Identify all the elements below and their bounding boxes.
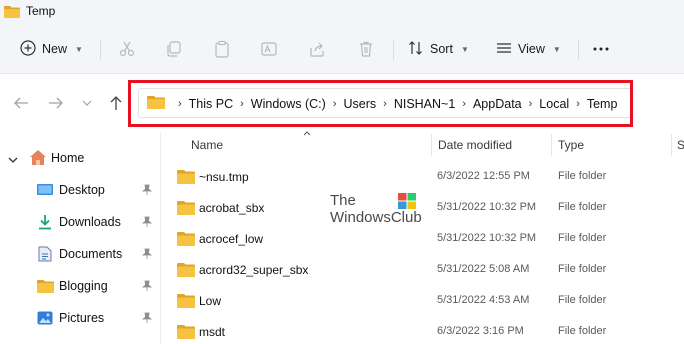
- command-bar: New ▼ Sort ▼ View ▼: [0, 24, 684, 74]
- file-type: File folder: [558, 325, 607, 337]
- sidebar-item-desktop[interactable]: Desktop: [0, 176, 160, 204]
- navigation-pane: Home Desktop Downloads Documents Bloggin…: [0, 132, 160, 344]
- toolbar-divider: [578, 40, 579, 60]
- table-row[interactable]: ~nsu.tmp 6/3/2022 12:55 PM File folder: [161, 162, 684, 193]
- file-type: File folder: [558, 170, 607, 182]
- file-type: File folder: [558, 232, 607, 244]
- view-label: View: [518, 42, 545, 56]
- navigation-bar: › This PC › Windows (C:) › Users › NISHA…: [0, 74, 684, 132]
- file-date: 5/31/2022 5:08 AM: [437, 263, 530, 275]
- sidebar-item-home[interactable]: Home: [0, 144, 160, 172]
- sort-icon: [408, 40, 424, 59]
- window-title: Temp: [26, 4, 56, 18]
- file-list: Name Date modified Type S ~nsu.tmp 6/3/2…: [161, 129, 684, 344]
- pin-icon: [141, 312, 153, 327]
- column-divider[interactable]: [431, 134, 432, 156]
- folder-icon: [177, 200, 195, 218]
- file-name: acrord32_super_sbx: [199, 263, 309, 277]
- sidebar-item-pictures[interactable]: Pictures: [0, 304, 160, 332]
- rename-icon[interactable]: [258, 38, 280, 60]
- sort-label: Sort: [430, 42, 453, 56]
- download-icon: [38, 214, 52, 233]
- toolbar-divider: [393, 40, 394, 60]
- sidebar-item-label: Home: [51, 151, 85, 165]
- folder-icon: [177, 324, 195, 342]
- new-button[interactable]: New ▼: [20, 36, 83, 62]
- folder-icon: [177, 262, 195, 280]
- sidebar-item-label: Downloads: [59, 215, 121, 229]
- pin-icon: [141, 280, 153, 295]
- column-divider[interactable]: [551, 134, 552, 156]
- sidebar-item-downloads[interactable]: Downloads: [0, 208, 160, 236]
- file-type: File folder: [558, 201, 607, 213]
- file-name: acrobat_sbx: [199, 201, 265, 215]
- file-name: Low: [199, 294, 222, 308]
- file-date: 6/3/2022 3:16 PM: [437, 325, 524, 337]
- pin-icon: [141, 184, 153, 199]
- up-arrow-icon[interactable]: [105, 92, 127, 114]
- copy-icon[interactable]: [163, 38, 185, 60]
- sidebar-item-documents[interactable]: Documents: [0, 240, 160, 268]
- column-divider[interactable]: [671, 134, 672, 156]
- file-type: File folder: [558, 294, 607, 306]
- more-options-icon[interactable]: [590, 38, 612, 60]
- delete-icon[interactable]: [355, 38, 377, 60]
- sort-button[interactable]: Sort ▼: [408, 36, 469, 62]
- file-date: 6/3/2022 12:55 PM: [437, 170, 530, 182]
- column-header-date[interactable]: Date modified: [438, 138, 512, 152]
- sidebar-item-label: Blogging: [59, 279, 108, 293]
- address-highlight-box: [128, 80, 633, 127]
- title-bar: Temp: [0, 0, 684, 24]
- table-row[interactable]: acrocef_low 5/31/2022 10:32 PM File fold…: [161, 224, 684, 255]
- folder-icon: [37, 340, 54, 344]
- sidebar-item-label: Pictures: [59, 311, 105, 325]
- table-row[interactable]: msdt 6/3/2022 3:16 PM File folder: [161, 317, 684, 344]
- pin-icon: [141, 248, 153, 263]
- share-icon[interactable]: [306, 38, 328, 60]
- folder-icon: [177, 231, 195, 249]
- home-icon: [29, 149, 47, 169]
- desktop-icon: [37, 183, 53, 200]
- column-header-name[interactable]: Name: [191, 138, 223, 152]
- table-row[interactable]: acrobat_sbx 5/31/2022 10:32 PM File fold…: [161, 193, 684, 224]
- sidebar-item-blogging[interactable]: Blogging: [0, 272, 160, 300]
- recent-locations-chevron-icon[interactable]: [76, 92, 98, 114]
- column-header-type[interactable]: Type: [558, 138, 584, 152]
- plus-circle-icon: [20, 39, 36, 59]
- folder-icon: [177, 169, 195, 187]
- sort-ascending-icon: [303, 129, 311, 138]
- back-arrow-icon[interactable]: [10, 92, 32, 114]
- sidebar-item-label: Desktop: [59, 183, 105, 197]
- windowsclub-logo-icon: [398, 193, 416, 209]
- forward-arrow-icon[interactable]: [45, 92, 67, 114]
- pictures-icon: [37, 310, 53, 329]
- folder-icon: [37, 279, 54, 296]
- chevron-down-icon: ▼: [552, 44, 561, 54]
- watermark-line-2: WindowsClub: [330, 209, 422, 226]
- sidebar-item-label: Documents: [59, 247, 123, 261]
- paste-icon[interactable]: [211, 38, 233, 60]
- view-icon: [496, 40, 512, 59]
- file-name: ~nsu.tmp: [199, 170, 249, 184]
- file-name: msdt: [199, 325, 226, 339]
- chevron-down-icon: ▼: [75, 44, 83, 54]
- table-row[interactable]: acrord32_super_sbx 5/31/2022 5:08 AM Fil…: [161, 255, 684, 286]
- column-header-size[interactable]: S: [677, 138, 684, 152]
- file-date: 5/31/2022 10:32 PM: [437, 232, 537, 244]
- view-button[interactable]: View ▼: [496, 36, 561, 62]
- folder-icon: [177, 293, 195, 311]
- chevron-down-icon[interactable]: [8, 153, 18, 167]
- file-date: 5/31/2022 4:53 AM: [437, 294, 530, 306]
- new-label: New: [42, 42, 68, 56]
- file-name: acrocef_low: [199, 232, 264, 246]
- chevron-down-icon: ▼: [460, 44, 469, 54]
- toolbar-divider: [100, 40, 101, 60]
- file-date: 5/31/2022 10:32 PM: [437, 201, 537, 213]
- pin-icon: [141, 216, 153, 231]
- folder-icon: [4, 5, 20, 21]
- table-row[interactable]: Low 5/31/2022 4:53 AM File folder: [161, 286, 684, 317]
- cut-icon[interactable]: [116, 38, 138, 60]
- file-type: File folder: [558, 263, 607, 275]
- documents-icon: [38, 246, 52, 265]
